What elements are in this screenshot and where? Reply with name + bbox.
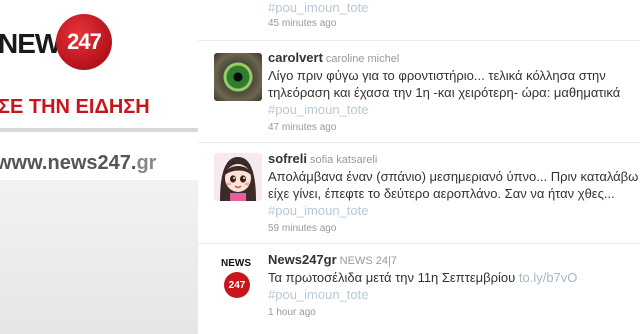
green-eye-avatar[interactable]	[214, 53, 262, 101]
timestamp[interactable]: 45 minutes ago	[268, 17, 640, 31]
logo-247-circle: 247	[56, 14, 112, 70]
tweet-text-line: Λίγο πριν φύγω για το φροντιστήριο... τε…	[268, 68, 606, 83]
avatar-247-text: 247	[228, 279, 246, 291]
tweet-item: #pou_imoun_tote 45 minutes ago	[198, 0, 640, 41]
cartoon-girl-avatar[interactable]	[214, 153, 262, 201]
news247-avatar[interactable]: NEWS 247	[214, 256, 262, 304]
hashtag-link[interactable]: #pou_imoun_tote	[268, 101, 640, 118]
news247-promo-panel: NEWS 247 ΣΕ ΤΗΝ ΕΙΔΗΣΗ www.news247.gr	[0, 0, 198, 334]
hashtag-link[interactable]: #pou_imoun_tote	[268, 202, 640, 219]
avatar-247-circle: 247	[224, 272, 250, 298]
tweet-item: carolvert caroline michel Λίγο πριν φύγω …	[198, 41, 640, 143]
promo-background	[0, 180, 198, 334]
site-url[interactable]: www.news247.gr	[0, 152, 156, 175]
tweet-text-line: τηλεόραση και έχασα την 1η -και χειρότερ…	[268, 85, 621, 100]
tagline-divider	[0, 128, 198, 132]
tweet-text: Τα πρωτοσέλιδα μετά την 11η Σεπτεμβρίου	[268, 270, 516, 285]
tweet-text-line: Τα πρωτοσέλιδα μετά την 11η Σεπτεμβρίου …	[268, 269, 640, 286]
site-url-tld: gr	[136, 152, 157, 174]
tweet-text-line: Απολάμβανα έναν (σπάνιο) μεσημεριανό ύπν…	[268, 169, 639, 184]
screen-name[interactable]: carolvert	[268, 50, 323, 65]
hashtag-link[interactable]: #pou_imoun_tote	[268, 286, 640, 303]
timestamp[interactable]: 47 minutes ago	[268, 121, 640, 135]
logo-number: 247	[67, 29, 102, 54]
avatar-news-text: NEWS	[221, 258, 251, 269]
full-name: NEWS 24|7	[339, 255, 397, 267]
cartoon-girl-icon	[214, 153, 262, 201]
short-link[interactable]: to.ly/b7vO	[519, 270, 578, 285]
tweet-text-line: είχε γίνει, έπεφτε το δεύτερο αεροπλάνο.…	[268, 186, 615, 201]
tagline: ΣΕ ΤΗΝ ΕΙΔΗΣΗ	[0, 96, 150, 118]
tweet-timeline: #pou_imoun_tote 45 minutes ago carolvert…	[198, 0, 640, 334]
screen-name[interactable]: News247gr	[268, 252, 337, 267]
timestamp[interactable]: 59 minutes ago	[268, 222, 640, 236]
hashtag-link[interactable]: #pou_imoun_tote	[268, 0, 640, 16]
screen-name[interactable]: sofreli	[268, 151, 307, 166]
site-url-main: www.news247.	[0, 152, 137, 174]
full-name: caroline michel	[325, 53, 400, 65]
tweet-item: NEWS 247 News247gr NEWS 24|7 Τα πρωτοσέλι…	[198, 244, 640, 334]
timestamp[interactable]: 1 hour ago	[268, 306, 640, 320]
news247-logo[interactable]: NEWS 247	[0, 14, 198, 74]
full-name: sofia katsareli	[310, 154, 378, 166]
tweet-item: sofreli sofia katsareli Απολάμβανα έναν (…	[198, 143, 640, 244]
